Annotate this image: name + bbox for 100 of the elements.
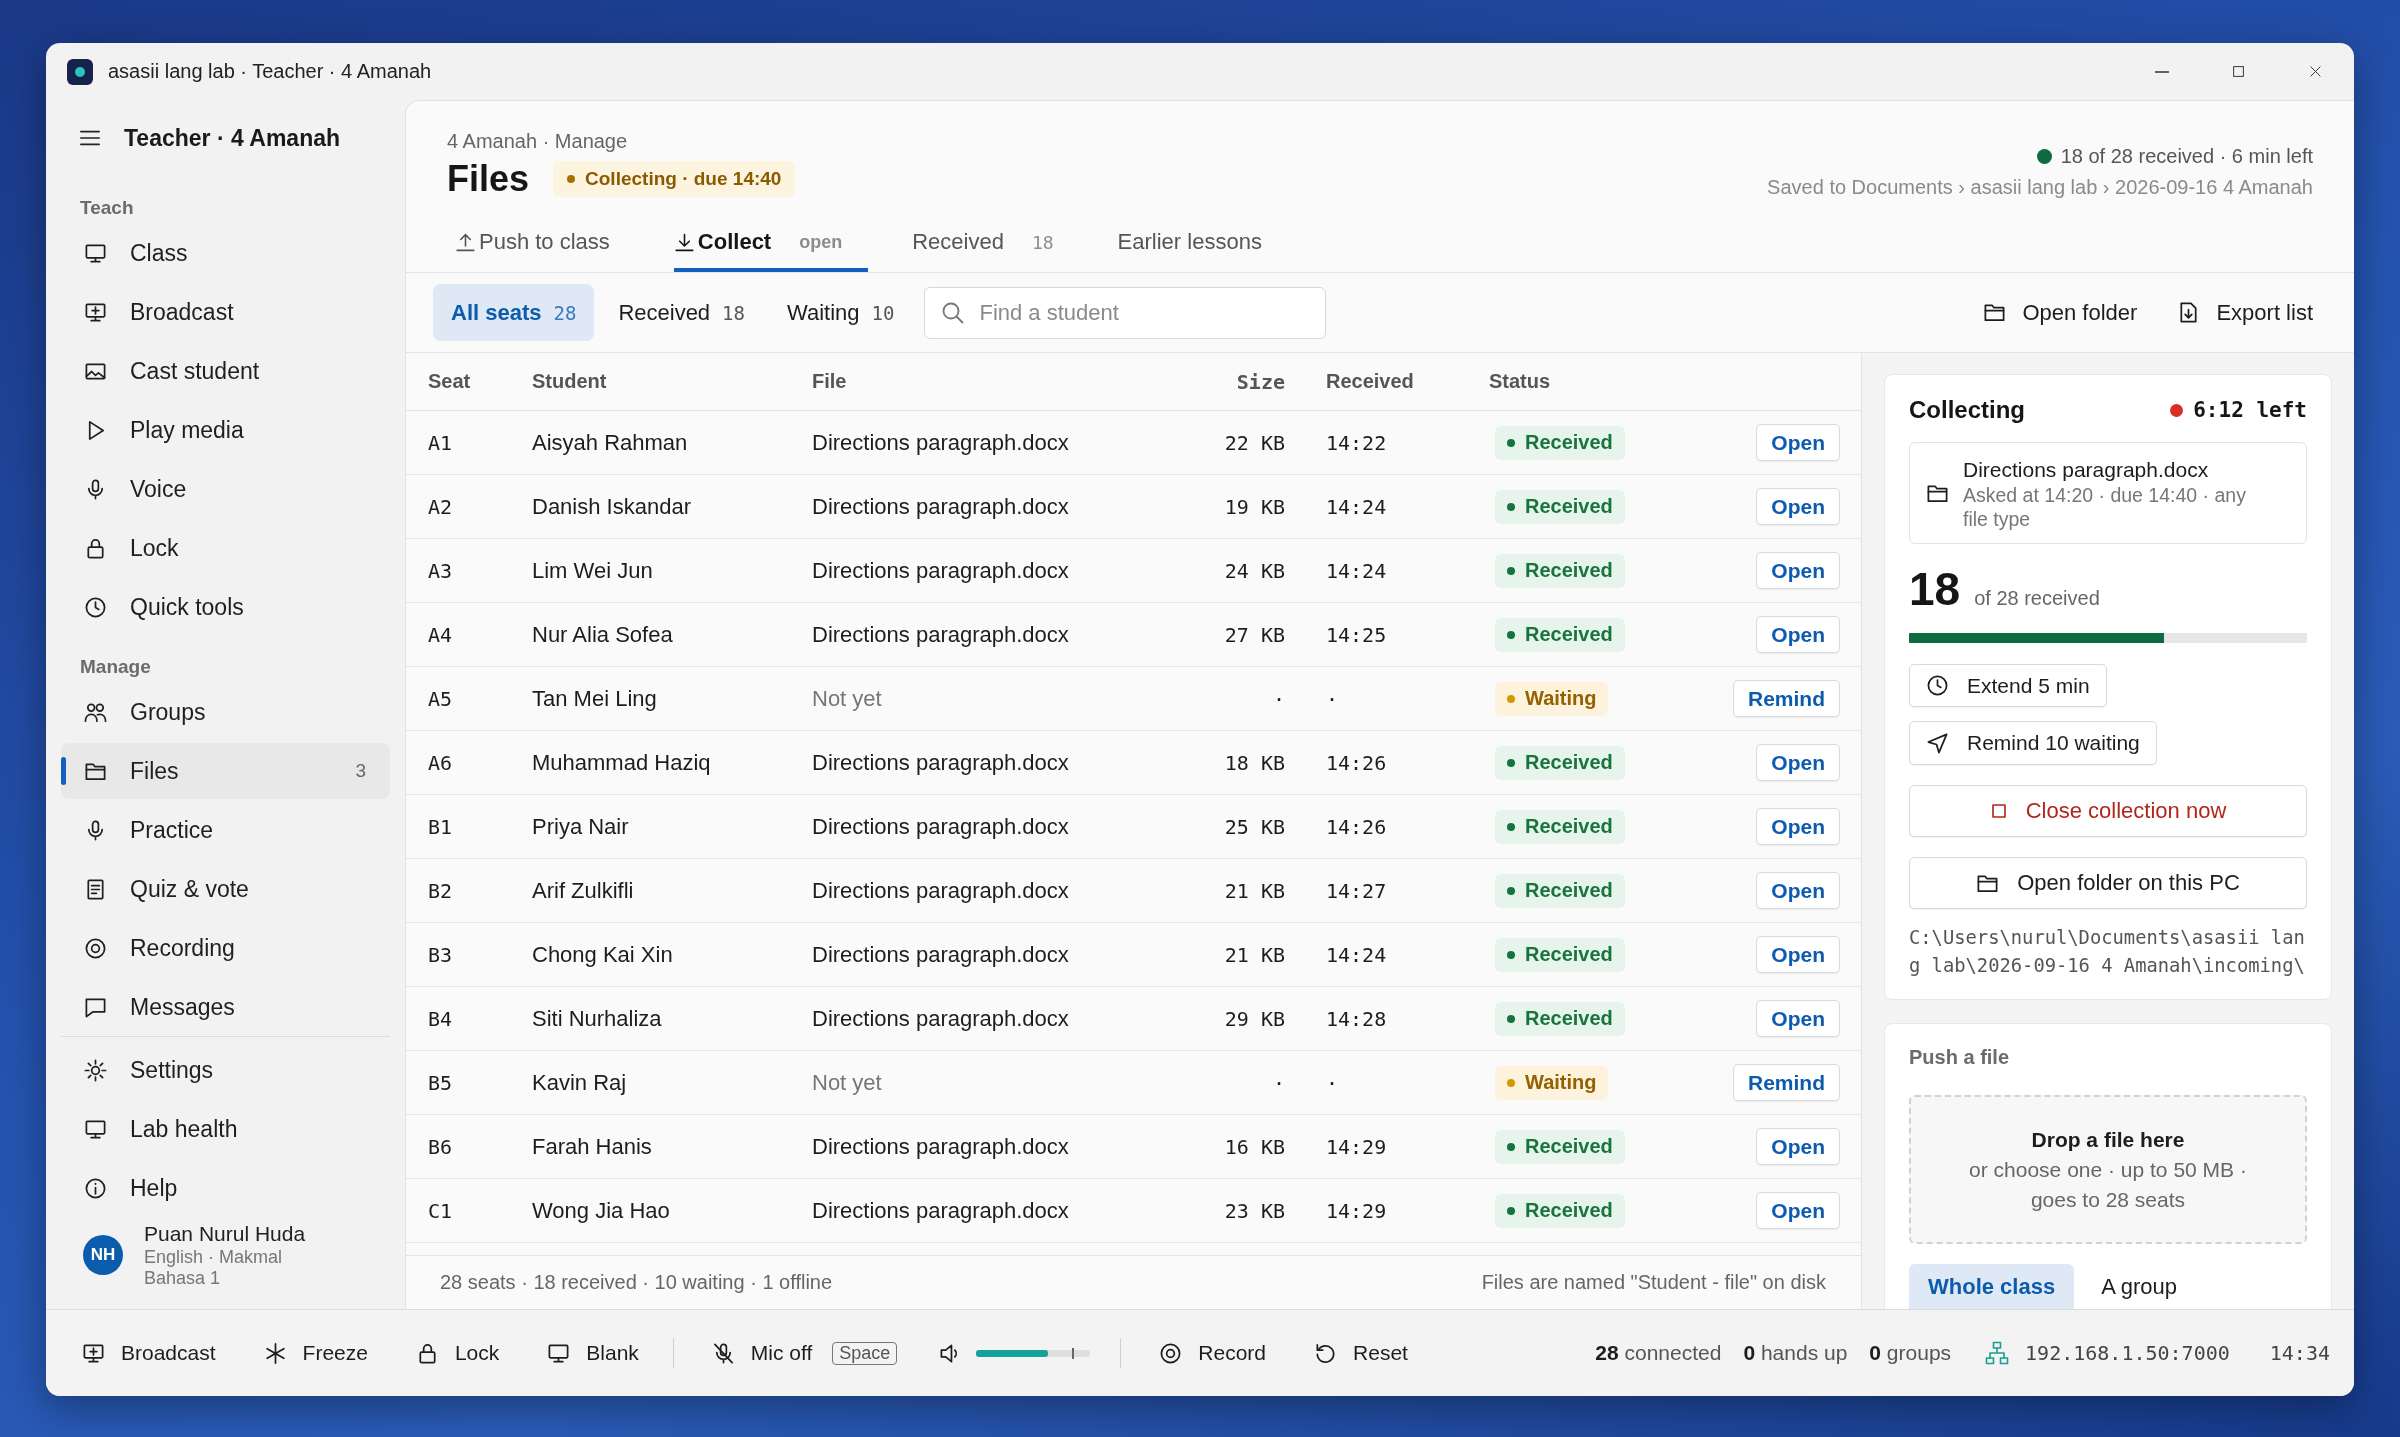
sidebar-title: Teacher · 4 Amanah [124,124,341,152]
status-dot-icon [1507,822,1515,831]
sidebar-item[interactable]: Practice [61,802,390,858]
sidebar-item[interactable]: Quick tools [61,579,390,635]
row-action-button[interactable]: Open [1756,424,1840,461]
row-action-button[interactable]: Open [1756,872,1840,909]
status-dot-icon [1507,566,1515,575]
toolbar-button[interactable]: Lock [415,1331,500,1375]
row-action-button[interactable]: Open [1756,552,1840,589]
received-time: 14:28 [1325,1006,1388,1031]
sidebar-item[interactable]: Quiz & vote [61,861,390,917]
sidebar-item[interactable]: Cast student [61,343,390,399]
student-name: Lim Wei Jun [532,557,654,584]
sidebar-item[interactable]: Play media [61,402,390,458]
filter-chip[interactable]: Waiting 10 [769,284,913,341]
record-icon [1159,1341,1183,1365]
filter-chip[interactable]: All seats 28 [433,284,595,341]
seat-number: B4 [428,1006,454,1031]
filter-chip[interactable]: Received 18 [600,284,763,341]
status-dot-icon [1507,1014,1515,1023]
requested-file-name: Directions paragraph.docx [1963,456,2210,483]
seat-number: B6 [428,1134,454,1159]
sidebar-item[interactable]: Voice [61,461,390,517]
sidebar-item[interactable]: Files 3 [61,743,390,799]
page-title: Files [447,157,530,201]
status-label: Received [1525,943,1613,966]
clock-time: 14:34 [2269,1341,2330,1365]
sidebar-item[interactable]: Messages [61,979,390,1035]
volume-slider[interactable] [976,1349,1091,1357]
file-size: · [1271,1070,1285,1095]
row-action-button[interactable]: Open [1756,1000,1840,1037]
panel-button[interactable]: Extend 5 min [1909,664,2107,707]
file-size: 25 KB [1223,814,1285,839]
toolbar-button[interactable]: Broadcast [82,1331,216,1375]
toolbar-button[interactable]: Export list [2177,290,2313,335]
search-field[interactable]: Find a student [924,286,1327,339]
status-count: 0 groups [1869,1341,1952,1365]
row-action-button[interactable]: Open [1756,808,1840,845]
toolbar-button[interactable]: Reset [1314,1331,1408,1375]
panel-button[interactable]: Remind 10 waiting [1909,721,2157,765]
toolbar-button[interactable]: Blank [547,1331,639,1375]
mic-toggle-button[interactable]: Mic off Space [711,1331,898,1375]
file-name: Directions paragraph.docx [812,877,1070,904]
row-action-button[interactable]: Open [1756,1128,1840,1165]
status-label: Received [1525,751,1613,774]
clock-icon [1926,674,1949,697]
file-name: Directions paragraph.docx [812,749,1070,776]
section-heading: Manage [79,655,152,679]
row-action-button[interactable]: Remind [1733,1064,1840,1101]
status-dot-icon [1507,1142,1515,1151]
received-time: 14:29 [1325,1134,1388,1159]
student-name: Aisyah Rahman [532,429,689,456]
file-name: Directions paragraph.docx [812,1133,1070,1160]
target-option[interactable]: Whole class [1909,1264,2075,1309]
sidebar-item[interactable]: Class [61,225,390,281]
sidebar-item[interactable]: Settings [61,1042,390,1098]
tab[interactable]: Push to class [455,226,630,272]
status-count: 28 connected [1595,1341,1722,1365]
file-drop-zone[interactable]: Drop a file here or choose one · up to 50 MB · goes to 28 seats [1909,1095,2307,1244]
sidebar-item[interactable]: Broadcast [61,284,390,340]
tab[interactable]: Received 18 [912,226,1074,272]
close-collection-button[interactable]: Close collection now [1909,785,2307,837]
sidebar-item[interactable]: Lab health [61,1101,390,1157]
student-name: Chong Kai Xin [532,941,674,968]
tab[interactable]: Earlier lessons [1117,226,1282,272]
row-action-button[interactable]: Open [1756,616,1840,653]
toolbar-button[interactable]: Freeze [263,1331,368,1375]
toolbar-button[interactable]: Record [1159,1331,1267,1375]
monitor-plus-icon [82,1341,105,1365]
row-action-button[interactable]: Remind [1733,680,1840,717]
tab[interactable]: Collect open [673,226,869,272]
network-icon [1985,1341,2010,1365]
row-action-button[interactable]: Open [1756,744,1840,781]
status-dot-icon [567,175,576,183]
student-name: Kavin Raj [532,1069,628,1096]
row-action-button[interactable]: Open [1756,488,1840,525]
target-option[interactable]: A group [2082,1264,2196,1309]
sidebar-item[interactable]: Groups [61,684,390,740]
seat-number: A1 [428,430,454,455]
seat-number: A2 [428,494,454,519]
file-size: 19 KB [1223,494,1285,519]
received-time: · [1325,686,1340,711]
status-dot-icon [1507,758,1515,767]
monitor-plus-icon [84,300,107,324]
status-label: Waiting [1525,687,1597,710]
square-icon [1989,802,2008,820]
status-label: Received [1525,623,1613,646]
sidebar-item[interactable]: Lock [61,520,390,576]
table-summary: 28 seats · 18 received · 10 waiting · 1 offline [440,1271,833,1294]
file-size: · [1271,686,1285,711]
file-name: Directions paragraph.docx [812,941,1070,968]
row-action-button[interactable]: Open [1756,1192,1840,1229]
close-icon [2309,65,2322,78]
minimize-icon [2154,70,2169,73]
sidebar-item[interactable]: Recording [61,920,390,976]
open-folder-button[interactable]: Open folder on this PC [1909,857,2307,909]
row-action-button[interactable]: Open [1756,936,1840,973]
received-time: 14:29 [1325,1198,1388,1223]
sidebar-item[interactable]: Help [61,1160,390,1216]
toolbar-button[interactable]: Open folder [1983,290,2138,335]
